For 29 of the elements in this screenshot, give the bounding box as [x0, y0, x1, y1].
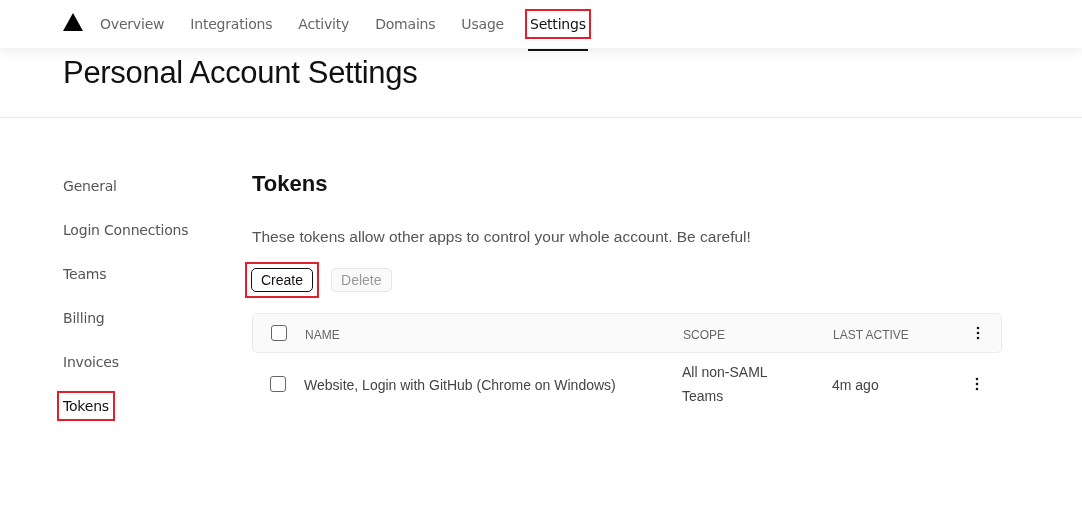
token-name: Website, Login with GitHub (Chrome on Windows) [304, 376, 616, 393]
active-tab-underline [528, 49, 588, 51]
sidebar-item[interactable]: Tokens [57, 391, 115, 421]
checkbox[interactable] [270, 376, 286, 392]
nav-tab[interactable]: Settings [525, 9, 591, 39]
create-button[interactable]: Create [251, 268, 314, 292]
nav-tab[interactable]: Usage [456, 9, 509, 39]
triangle-logo-icon[interactable] [63, 13, 83, 31]
sidebar-item[interactable]: Billing [57, 303, 111, 333]
column-header: LAST ACTIVE [833, 327, 909, 342]
sidebar-item[interactable]: Invoices [57, 347, 125, 377]
page-title: Personal Account Settings [63, 54, 419, 92]
more-options-icon[interactable] [976, 326, 980, 340]
column-header: SCOPE [683, 327, 725, 342]
sidebar-item[interactable]: General [57, 171, 123, 201]
section-title: Tokens [252, 170, 328, 198]
last-active-time: 4m ago [832, 376, 879, 393]
more-options-icon[interactable] [975, 377, 979, 391]
column-header: NAME [305, 327, 340, 342]
nav-tab[interactable]: Activity [293, 9, 355, 39]
scope-text: Teams [682, 387, 725, 406]
sidebar-item[interactable]: Teams [57, 259, 113, 289]
checkbox[interactable] [271, 325, 287, 341]
sidebar-item[interactable]: Login Connections [57, 215, 195, 245]
nav-tab[interactable]: Overview [95, 9, 170, 39]
section-description: These tokens allow other apps to control your whole account. Be careful! [252, 227, 751, 247]
nav-tab[interactable]: Domains [370, 9, 441, 39]
nav-tab[interactable]: Integrations [185, 9, 278, 39]
scope-text: All non-SAML [682, 363, 769, 382]
